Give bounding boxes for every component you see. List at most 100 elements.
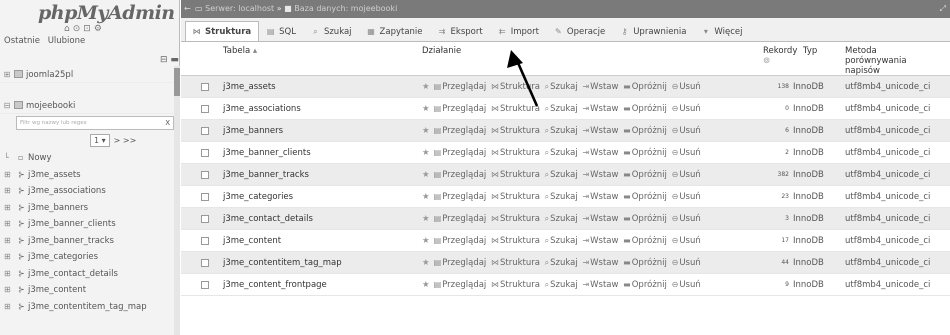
row-checkbox[interactable] xyxy=(201,237,209,245)
favorite-star-icon[interactable]: ★ xyxy=(422,170,430,180)
search-action[interactable]: ⌕Szukaj xyxy=(545,126,578,136)
nav-table-item[interactable]: ⊞ ⊱ j3me_associations xyxy=(0,183,180,200)
search-action[interactable]: ⌕Szukaj xyxy=(545,214,578,224)
favorite-star-icon[interactable]: ★ xyxy=(422,236,430,246)
logout-icon[interactable]: ⊙ xyxy=(73,24,84,34)
tab-import[interactable]: ⇇ Import xyxy=(491,21,547,41)
tab-szukaj[interactable]: ⌕ Szukaj xyxy=(304,21,360,41)
nav-table-item[interactable]: ⊞ ⊱ j3me_content xyxy=(0,282,180,299)
header-type[interactable]: Typ xyxy=(803,46,817,56)
expand-icon[interactable]: ⊞ xyxy=(4,167,18,184)
browse-action[interactable]: ▤Przeglądaj xyxy=(434,214,487,224)
row-checkbox[interactable] xyxy=(201,83,209,91)
expand-icon[interactable]: ⊞ xyxy=(0,66,14,82)
table-filter-input[interactable]: Filtr wg nazwy lub regex X xyxy=(16,116,174,130)
help-icon[interactable]: ⊚ xyxy=(763,56,770,66)
header-collation[interactable]: Metoda porównywania napisów xyxy=(845,46,907,76)
search-action[interactable]: ⌕Szukaj xyxy=(545,104,578,114)
nav-table-item[interactable]: ⊞ ⊱ j3me_assets xyxy=(0,167,180,184)
collapse-link-icon[interactable]: ⊟ ▬ xyxy=(160,55,179,65)
row-checkbox[interactable] xyxy=(201,127,209,135)
tab-zapytanie[interactable]: ▦ Zapytanie xyxy=(360,21,431,41)
clear-filter-icon[interactable]: X xyxy=(165,117,170,129)
empty-action[interactable]: ▬Opróżnij xyxy=(623,82,667,92)
browse-action[interactable]: ▤Przeglądaj xyxy=(434,104,487,114)
browse-action[interactable]: ▤Przeglądaj xyxy=(434,258,487,268)
nav-scroll-thumb[interactable] xyxy=(174,68,180,96)
tab-eksport[interactable]: ⇉ Eksport xyxy=(431,21,491,41)
structure-action[interactable]: ⋈Struktura xyxy=(491,236,540,246)
insert-action[interactable]: ⇥Wstaw xyxy=(582,126,618,136)
drop-action[interactable]: ⊖Usuń xyxy=(672,192,701,202)
recent-tab[interactable]: Ostatnie xyxy=(4,36,40,46)
favorite-star-icon[interactable]: ★ xyxy=(422,258,430,268)
drop-action[interactable]: ⊖Usuń xyxy=(672,258,701,268)
structure-action[interactable]: ⋈Struktura xyxy=(491,170,540,180)
expand-icon[interactable]: ⊞ xyxy=(4,299,18,316)
drop-action[interactable]: ⊖Usuń xyxy=(672,126,701,136)
page-next-button[interactable]: > >> xyxy=(114,136,137,145)
database-node[interactable]: ⊟ mojeebooki xyxy=(0,97,180,114)
drop-action[interactable]: ⊖Usuń xyxy=(672,148,701,158)
row-checkbox[interactable] xyxy=(201,105,209,113)
tab-uprawnienia[interactable]: ⚷ Uprawnienia xyxy=(613,21,694,41)
favorite-star-icon[interactable]: ★ xyxy=(422,280,430,290)
structure-action[interactable]: ⋈Struktura xyxy=(491,82,540,92)
structure-action[interactable]: ⋈Struktura xyxy=(491,126,540,136)
expand-icon[interactable]: ⊞ xyxy=(4,183,18,200)
insert-action[interactable]: ⇥Wstaw xyxy=(582,280,618,290)
phpmyadmin-logo[interactable]: phpMyAdmin xyxy=(0,0,179,24)
browse-action[interactable]: ▤Przeglądaj xyxy=(434,192,487,202)
insert-action[interactable]: ⇥Wstaw xyxy=(582,214,618,224)
insert-action[interactable]: ⇥Wstaw xyxy=(582,104,618,114)
expand-icon[interactable]: ⊞ xyxy=(4,249,18,266)
collapse-icon[interactable]: ⊟ xyxy=(0,97,14,113)
empty-action[interactable]: ▬Opróżnij xyxy=(623,258,667,268)
row-checkbox[interactable] xyxy=(201,215,209,223)
new-table-node[interactable]: └ ▫ Nowy xyxy=(0,150,180,167)
tab-więcej[interactable]: ▾ Więcej xyxy=(694,21,750,41)
insert-action[interactable]: ⇥Wstaw xyxy=(582,258,618,268)
favorite-star-icon[interactable]: ★ xyxy=(422,192,430,202)
header-table[interactable]: Tabela ▴ xyxy=(223,46,257,56)
drop-action[interactable]: ⊖Usuń xyxy=(672,214,701,224)
docs-icon[interactable]: ⊡ xyxy=(83,24,94,34)
table-name-link[interactable]: j3me_banners xyxy=(223,120,283,142)
search-action[interactable]: ⌕Szukaj xyxy=(545,280,578,290)
home-icon[interactable]: ⌂ xyxy=(64,24,73,34)
insert-action[interactable]: ⇥Wstaw xyxy=(582,82,618,92)
nav-table-item[interactable]: ⊞ ⊱ j3me_contentitem_tag_map xyxy=(0,299,180,316)
empty-action[interactable]: ▬Opróżnij xyxy=(623,148,667,158)
table-name-link[interactable]: j3me_associations xyxy=(223,98,301,120)
search-action[interactable]: ⌕Szukaj xyxy=(545,170,578,180)
drop-action[interactable]: ⊖Usuń xyxy=(672,236,701,246)
expand-icon[interactable]: ⊞ xyxy=(4,233,18,250)
row-checkbox[interactable] xyxy=(201,259,209,267)
favorite-star-icon[interactable]: ★ xyxy=(422,148,430,158)
structure-action[interactable]: ⋈Struktura xyxy=(491,148,540,158)
drop-action[interactable]: ⊖Usuń xyxy=(672,280,701,290)
drop-action[interactable]: ⊖Usuń xyxy=(672,170,701,180)
tab-struktura[interactable]: ⋈ Struktura xyxy=(185,21,260,41)
browse-action[interactable]: ▤Przeglądaj xyxy=(434,126,487,136)
table-name-link[interactable]: j3me_content_frontpage xyxy=(223,274,327,296)
table-name-link[interactable]: j3me_banner_clients xyxy=(223,142,311,164)
insert-action[interactable]: ⇥Wstaw xyxy=(582,148,618,158)
favorites-tab[interactable]: Ulubione xyxy=(48,36,86,46)
search-action[interactable]: ⌕Szukaj xyxy=(545,236,578,246)
empty-action[interactable]: ▬Opróżnij xyxy=(623,170,667,180)
nav-table-item[interactable]: ⊞ ⊱ j3me_banner_clients xyxy=(0,216,180,233)
nav-table-item[interactable]: ⊞ ⊱ j3me_categories xyxy=(0,249,180,266)
page-select[interactable]: 1 ▾ xyxy=(90,134,110,147)
insert-action[interactable]: ⇥Wstaw xyxy=(582,236,618,246)
favorite-star-icon[interactable]: ★ xyxy=(422,82,430,92)
empty-action[interactable]: ▬Opróżnij xyxy=(623,104,667,114)
expand-icon[interactable]: ⊞ xyxy=(4,216,18,233)
back-arrow-icon[interactable]: ← xyxy=(184,0,191,18)
favorite-star-icon[interactable]: ★ xyxy=(422,126,430,136)
search-action[interactable]: ⌕Szukaj xyxy=(545,192,578,202)
search-action[interactable]: ⌕Szukaj xyxy=(545,82,578,92)
nav-table-item[interactable]: ⊞ ⊱ j3me_contact_details xyxy=(0,266,180,283)
drop-action[interactable]: ⊖Usuń xyxy=(672,82,701,92)
breadcrumb-database[interactable]: Baza danych: mojeebooki xyxy=(294,4,397,13)
